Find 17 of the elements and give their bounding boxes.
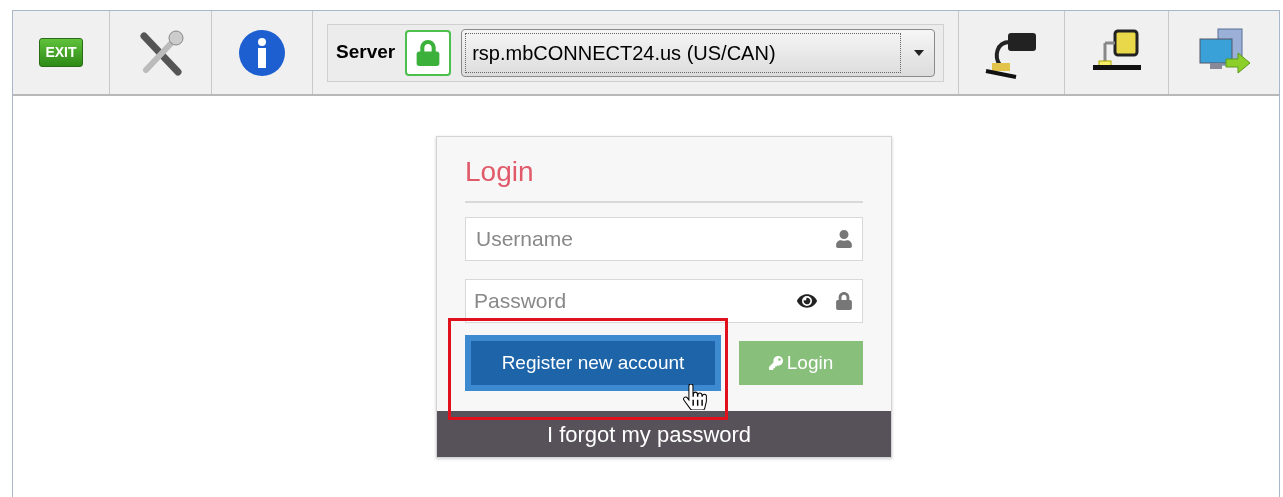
user-icon [835, 230, 853, 248]
server-label: Server [336, 40, 396, 65]
eye-icon[interactable] [797, 291, 817, 311]
info-icon[interactable] [237, 27, 287, 78]
lock-icon [835, 292, 853, 310]
lock-button[interactable] [405, 29, 452, 76]
forgot-password-link[interactable]: I forgot my password [437, 411, 891, 457]
username-field[interactable]: Username [465, 217, 863, 261]
register-button[interactable]: Register new account [465, 335, 721, 391]
caret-icon [914, 49, 924, 56]
password-field[interactable]: Password [465, 279, 863, 323]
key-icon [768, 356, 783, 370]
lock-icon [415, 39, 442, 66]
server-dropdown[interactable]: rsp.mbCONNECT24.us (US/CAN) [461, 28, 935, 77]
hand-cursor-icon [682, 384, 708, 410]
login-title: Login [465, 151, 863, 203]
server-value: rsp.mbCONNECT24.us (US/CAN) [465, 32, 901, 73]
